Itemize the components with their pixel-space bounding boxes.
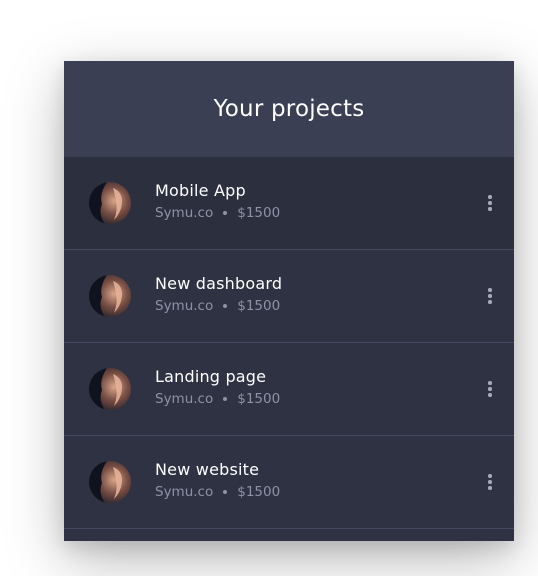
project-item[interactable]: Landing page Symu.co $1500	[64, 343, 514, 436]
page-title: Your projects	[213, 96, 365, 122]
more-vertical-icon[interactable]	[482, 376, 498, 402]
avatar	[89, 368, 131, 410]
project-client: Symu.co	[155, 298, 214, 314]
panel-header: Your projects	[64, 61, 514, 157]
project-meta: Symu.co $1500	[155, 297, 282, 315]
project-list: Mobile App Symu.co $1500 New dashboard S…	[64, 157, 514, 529]
project-item[interactable]: New dashboard Symu.co $1500	[64, 250, 514, 343]
project-title: New website	[155, 460, 260, 479]
project-price: $1500	[237, 298, 281, 314]
project-text: New website Symu.co $1500	[155, 460, 280, 501]
avatar	[89, 182, 131, 224]
project-item[interactable]: New website Symu.co $1500	[64, 436, 514, 529]
more-vertical-icon[interactable]	[482, 283, 498, 309]
project-price: $1500	[237, 484, 281, 500]
project-price: $1500	[237, 391, 281, 407]
avatar	[89, 461, 131, 503]
separator-dot	[223, 304, 228, 308]
more-vertical-icon[interactable]	[482, 190, 498, 216]
project-title: Mobile App	[155, 181, 246, 200]
more-vertical-icon[interactable]	[482, 469, 498, 495]
project-meta: Symu.co $1500	[155, 204, 280, 222]
separator-dot	[223, 397, 228, 401]
project-text: Mobile App Symu.co $1500	[155, 181, 280, 222]
separator-dot	[223, 211, 228, 215]
project-price: $1500	[237, 205, 281, 221]
project-text: New dashboard Symu.co $1500	[155, 274, 282, 315]
avatar	[89, 275, 131, 317]
project-meta: Symu.co $1500	[155, 390, 280, 408]
project-title: Landing page	[155, 367, 267, 386]
project-text: Landing page Symu.co $1500	[155, 367, 280, 408]
project-client: Symu.co	[155, 391, 214, 407]
project-item[interactable]: Mobile App Symu.co $1500	[64, 157, 514, 250]
project-title: New dashboard	[155, 274, 283, 293]
projects-panel: Your projects Mobile App Symu.co $1500 N…	[64, 61, 514, 541]
project-client: Symu.co	[155, 205, 214, 221]
separator-dot	[223, 490, 228, 494]
project-meta: Symu.co $1500	[155, 483, 280, 501]
project-client: Symu.co	[155, 484, 214, 500]
